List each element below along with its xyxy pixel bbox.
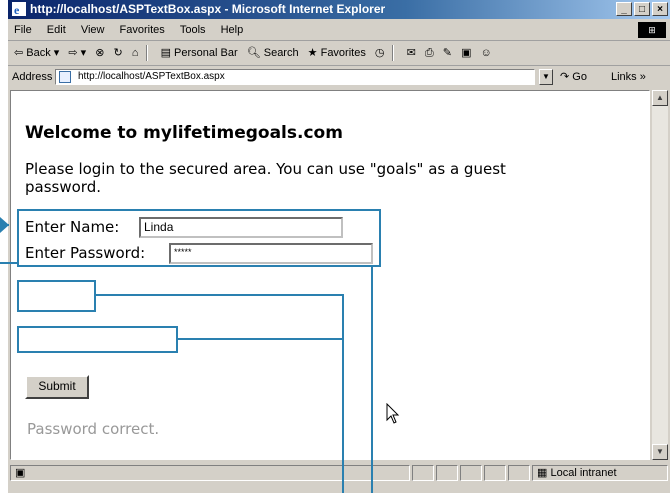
minimize-button[interactable]: _: [616, 2, 632, 16]
search-icon: 🔍︎: [246, 47, 261, 59]
home-icon[interactable]: ⌂: [132, 41, 139, 65]
status-cell: [436, 465, 458, 481]
messenger-icon[interactable]: ☺: [481, 41, 492, 65]
history-icon[interactable]: ◷: [375, 41, 385, 65]
inputs-callout-box: [17, 209, 381, 267]
go-arrow-icon: ↷: [560, 71, 570, 83]
status-cell: [412, 465, 434, 481]
favorites-button[interactable]: ★ Favorites: [308, 41, 366, 65]
forward-button[interactable]: ⇨ ▾: [68, 41, 86, 65]
discuss-icon[interactable]: ▣: [461, 41, 471, 65]
address-dropdown-button[interactable]: ▼: [539, 69, 553, 85]
submit-callout-box: [17, 280, 96, 312]
page-done-icon: ▣: [15, 467, 26, 479]
menu-view[interactable]: View: [81, 24, 105, 36]
vertical-scrollbar[interactable]: ▲ ▼: [652, 90, 668, 460]
window-title: http://localhost/ASPTextBox.aspx - Micro…: [30, 2, 386, 16]
address-label: Address: [12, 71, 53, 83]
maximize-button[interactable]: □: [634, 2, 650, 16]
zone-cell: ▦ Local intranet: [532, 465, 668, 481]
page-heading: Welcome to mylifetimegoals.com: [25, 123, 343, 143]
refresh-icon[interactable]: ↻: [114, 41, 123, 65]
zone-label: Local intranet: [550, 467, 617, 479]
favorites-icon: ★: [307, 47, 318, 59]
intranet-icon: ▦: [537, 467, 548, 479]
search-button[interactable]: 🔍︎ Search: [247, 41, 299, 65]
menu-bar: File Edit View Favorites Tools Help: [8, 20, 670, 41]
page-content: Welcome to mylifetimegoals.com Please lo…: [10, 90, 650, 460]
scroll-up-button[interactable]: ▲: [652, 90, 668, 106]
edit-icon[interactable]: ✎: [443, 41, 452, 65]
go-label: Go: [572, 71, 587, 83]
favorites-label: Favorites: [320, 47, 366, 59]
menu-favorites[interactable]: Favorites: [120, 24, 165, 36]
status-cell: [508, 465, 530, 481]
intro-paragraph: Please login to the secured area. You ca…: [25, 160, 506, 196]
personal-bar-label: Personal Bar: [174, 47, 238, 59]
go-button[interactable]: ↷ Go: [560, 66, 587, 88]
callout-line: [178, 338, 344, 340]
search-label: Search: [263, 47, 299, 59]
message-callout-box: [17, 326, 178, 353]
stop-icon[interactable]: ⊗: [95, 41, 104, 65]
mouse-pointer-icon: [386, 403, 400, 424]
personal-bar-icon: ▤: [160, 47, 171, 59]
close-button[interactable]: ×: [652, 2, 668, 16]
title-bar: e http://localhost/ASPTextBox.aspx - Mic…: [8, 0, 670, 19]
toolbar: ⇦ Back ▾ ⇨ ▾ ⊗ ↻ ⌂ ▤ Personal Bar 🔍︎ Sea…: [8, 41, 670, 66]
ie-icon: e: [12, 2, 26, 16]
status-text-cell: ▣: [10, 465, 410, 481]
callout-line: [0, 262, 17, 264]
menu-file[interactable]: File: [14, 24, 32, 36]
scroll-down-button[interactable]: ▼: [652, 444, 668, 460]
callout-line: [96, 294, 344, 296]
status-cell: [460, 465, 482, 481]
menu-help[interactable]: Help: [221, 24, 244, 36]
menu-tools[interactable]: Tools: [180, 24, 206, 36]
personal-bar-button[interactable]: ▤ Personal Bar: [161, 41, 238, 65]
address-bar: Address http://localhost/ASPTextBox.aspx…: [8, 66, 670, 88]
page-icon: [59, 71, 71, 83]
windows-logo-icon: ⊞: [638, 22, 666, 38]
back-button[interactable]: ⇦ Back ▾: [14, 41, 59, 65]
chevron-down-icon: ▼: [542, 72, 550, 81]
chevron-down-icon: ▼: [656, 447, 664, 456]
toolbar-separator: [391, 45, 394, 62]
toolbar-separator: [145, 45, 148, 62]
svg-text:e: e: [14, 3, 20, 16]
callout-line: [371, 267, 373, 493]
links-button[interactable]: Links »: [611, 66, 646, 88]
menu-edit[interactable]: Edit: [47, 24, 66, 36]
address-input[interactable]: http://localhost/ASPTextBox.aspx: [55, 69, 535, 85]
status-message: Password correct.: [27, 420, 160, 438]
callout-arrow-icon: [0, 217, 9, 233]
status-cell: [484, 465, 506, 481]
print-icon[interactable]: ⎙: [425, 41, 434, 65]
mail-icon[interactable]: ✉: [407, 41, 416, 65]
address-url: http://localhost/ASPTextBox.aspx: [78, 71, 225, 82]
callout-line: [342, 294, 344, 493]
chevron-up-icon: ▲: [656, 93, 664, 102]
status-bar: ▣ ▦ Local intranet: [8, 462, 670, 493]
submit-button[interactable]: Submit: [25, 375, 89, 399]
